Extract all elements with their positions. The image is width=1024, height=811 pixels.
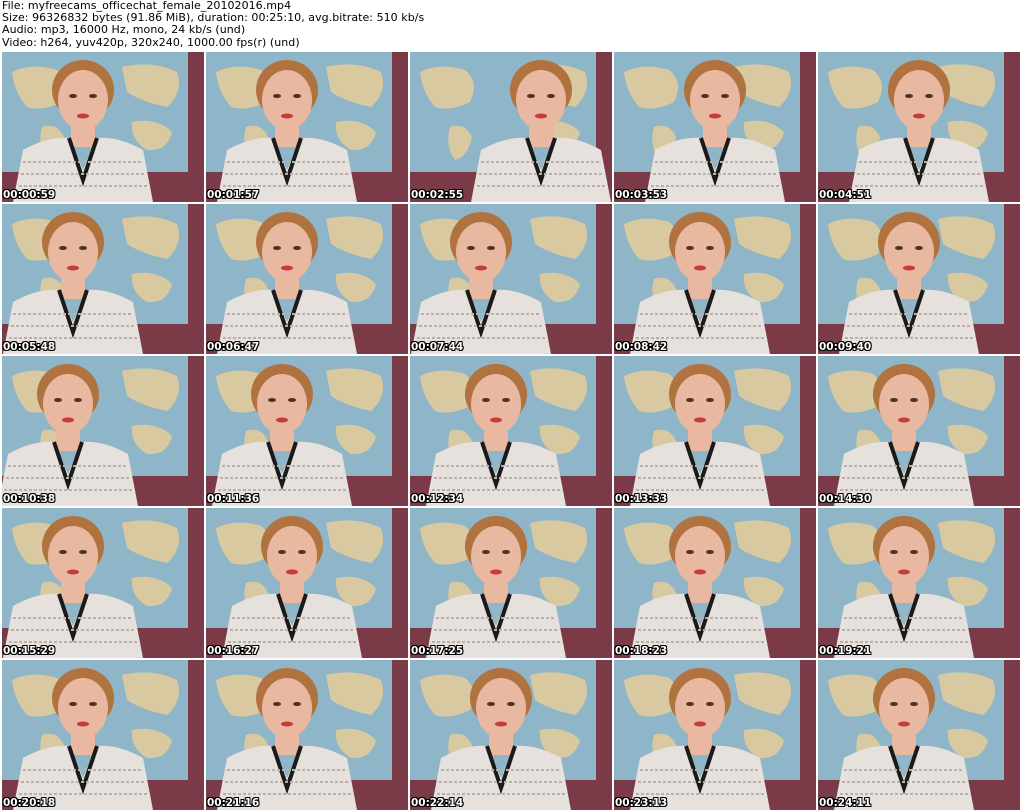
video-thumbnail: 00:18:23 <box>614 508 816 658</box>
audio-info-line: Audio: mp3, 16000 Hz, mono, 24 kb/s (und… <box>2 23 246 37</box>
frame-image <box>818 356 1020 506</box>
thumbnail-timestamp: 00:24:11 <box>819 797 872 809</box>
frame-image <box>818 508 1020 658</box>
thumbnail-timestamp: 00:13:33 <box>615 493 668 505</box>
frame-image <box>410 204 612 354</box>
video-thumbnail: 00:24:11 <box>818 660 1020 810</box>
video-thumbnail: 00:00:59 <box>2 52 204 202</box>
file-info-header: File: myfreecams_officechat_female_20102… <box>2 0 424 49</box>
frame-image <box>410 356 612 506</box>
video-info-line: Video: h264, yuv420p, 320x240, 1000.00 f… <box>2 35 300 49</box>
video-thumbnail: 00:19:21 <box>818 508 1020 658</box>
thumbnail-timestamp: 00:02:55 <box>411 189 464 201</box>
video-thumbnail: 00:04:51 <box>818 52 1020 202</box>
thumbnail-timestamp: 00:23:13 <box>615 797 668 809</box>
thumbnail-timestamp: 00:11:36 <box>207 493 260 505</box>
frame-image <box>2 508 204 658</box>
frame-image <box>614 508 816 658</box>
video-thumbnail: 00:03:53 <box>614 52 816 202</box>
frame-image <box>614 356 816 506</box>
video-thumbnail: 00:21:16 <box>206 660 408 810</box>
frame-image <box>818 660 1020 810</box>
video-thumbnail: 00:08:42 <box>614 204 816 354</box>
thumbnail-timestamp: 00:06:47 <box>207 341 260 353</box>
thumbnail-timestamp: 00:20:18 <box>3 797 56 809</box>
thumbnail-timestamp: 00:16:27 <box>207 645 260 657</box>
frame-image <box>206 660 408 810</box>
video-thumbnail: 00:02:55 <box>410 52 612 202</box>
thumbnail-timestamp: 00:01:57 <box>207 189 260 201</box>
video-thumbnail: 00:09:40 <box>818 204 1020 354</box>
frame-image <box>818 52 1020 202</box>
video-thumbnail: 00:20:18 <box>2 660 204 810</box>
frame-image <box>2 356 204 506</box>
video-thumbnail: 00:22:14 <box>410 660 612 810</box>
frame-image <box>410 508 612 658</box>
video-thumbnail: 00:10:38 <box>2 356 204 506</box>
thumbnail-timestamp: 00:17:25 <box>411 645 464 657</box>
frame-image <box>614 204 816 354</box>
thumbnail-timestamp: 00:15:29 <box>3 645 56 657</box>
thumbnail-timestamp: 00:09:40 <box>819 341 872 353</box>
video-thumbnail: 00:14:30 <box>818 356 1020 506</box>
video-thumbnail: 00:07:44 <box>410 204 612 354</box>
frame-image <box>410 52 612 202</box>
thumbnail-timestamp: 00:05:48 <box>3 341 56 353</box>
frame-image <box>2 660 204 810</box>
video-thumbnail: 00:01:57 <box>206 52 408 202</box>
thumbnail-timestamp: 00:07:44 <box>411 341 464 353</box>
frame-image <box>410 660 612 810</box>
frame-image <box>206 508 408 658</box>
video-thumbnail: 00:06:47 <box>206 204 408 354</box>
frame-image <box>2 204 204 354</box>
thumbnail-timestamp: 00:22:14 <box>411 797 464 809</box>
frame-image <box>614 52 816 202</box>
frame-image <box>206 204 408 354</box>
video-thumbnail: 00:11:36 <box>206 356 408 506</box>
frame-image <box>614 660 816 810</box>
thumbnail-timestamp: 00:08:42 <box>615 341 668 353</box>
frame-image <box>206 52 408 202</box>
thumbnail-timestamp: 00:12:34 <box>411 493 464 505</box>
thumbnail-timestamp: 00:03:53 <box>615 189 668 201</box>
frame-image <box>2 52 204 202</box>
thumbnail-timestamp: 00:10:38 <box>3 493 56 505</box>
thumbnail-grid: 00:00:59 00:01:57 00:02:55 00:03:53 00:04:51… <box>2 52 1022 811</box>
thumbnail-timestamp: 00:19:21 <box>819 645 872 657</box>
frame-image <box>206 356 408 506</box>
video-thumbnail: 00:17:25 <box>410 508 612 658</box>
video-thumbnail: 00:13:33 <box>614 356 816 506</box>
frame-image <box>818 204 1020 354</box>
thumbnail-timestamp: 00:14:30 <box>819 493 872 505</box>
thumbnail-timestamp: 00:00:59 <box>3 189 56 201</box>
video-thumbnail: 00:15:29 <box>2 508 204 658</box>
video-thumbnail: 00:12:34 <box>410 356 612 506</box>
thumbnail-timestamp: 00:18:23 <box>615 645 668 657</box>
video-thumbnail: 00:23:13 <box>614 660 816 810</box>
video-thumbnail: 00:16:27 <box>206 508 408 658</box>
video-thumbnail: 00:05:48 <box>2 204 204 354</box>
thumbnail-timestamp: 00:04:51 <box>819 189 872 201</box>
thumbnail-timestamp: 00:21:16 <box>207 797 260 809</box>
